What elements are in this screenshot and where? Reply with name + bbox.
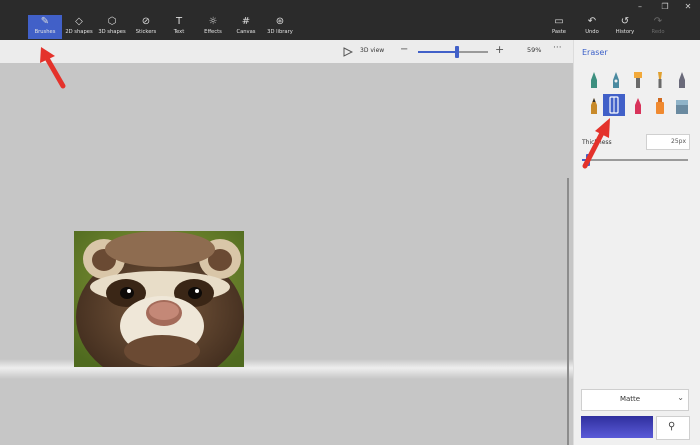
red-arrow-to-brushes <box>40 47 66 89</box>
annotation-arrows <box>40 47 610 169</box>
red-arrow-to-eraser <box>582 118 610 169</box>
